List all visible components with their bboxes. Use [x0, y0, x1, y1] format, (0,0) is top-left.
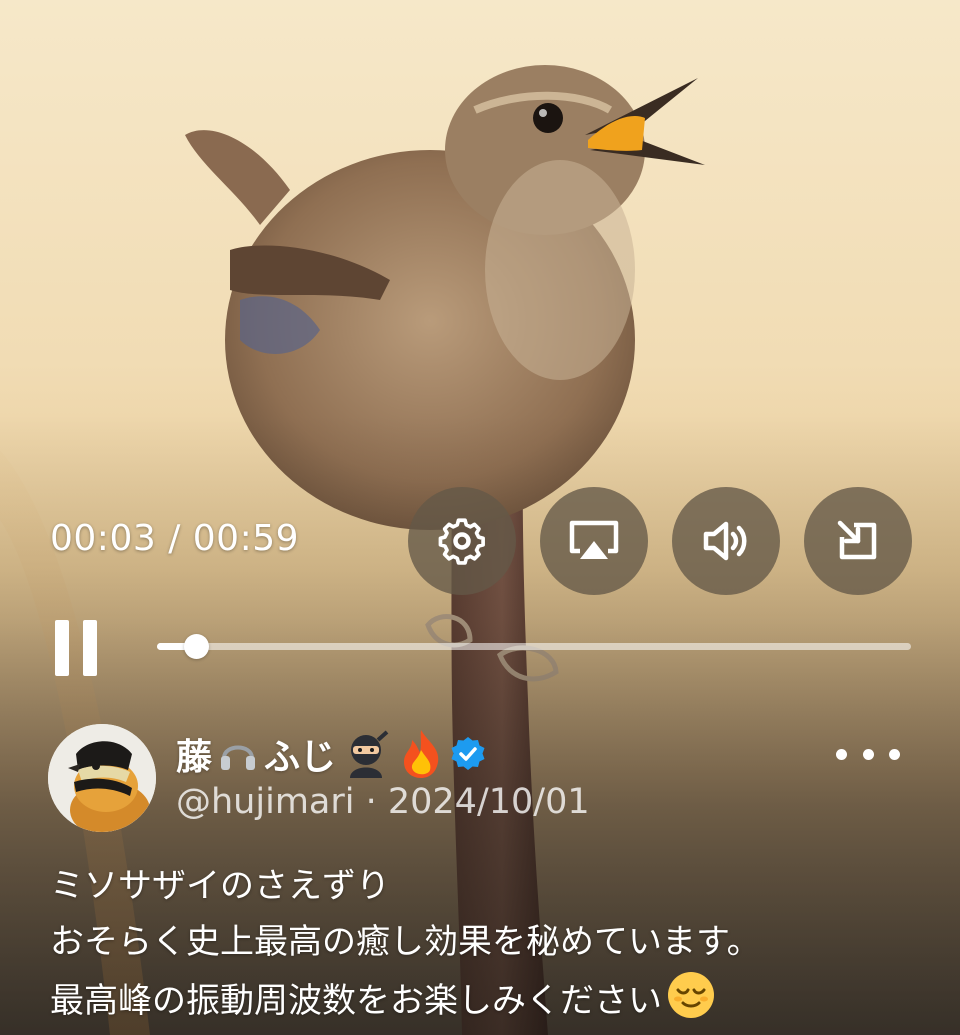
pause-icon	[55, 620, 69, 676]
gear-icon	[438, 518, 485, 565]
playback-time: 00:03 / 00:59	[50, 518, 300, 559]
more-options-button[interactable]	[836, 736, 900, 772]
separator: ·	[354, 782, 388, 822]
ninja-icon	[350, 730, 389, 778]
airplay-button[interactable]	[540, 487, 648, 595]
post-text-line-3: 最高峰の振動周波数をお楽しみください	[50, 981, 662, 1021]
fire-icon	[404, 730, 439, 778]
volume-button[interactable]	[672, 487, 780, 595]
headphones-icon	[221, 745, 256, 770]
relieved-face-icon	[668, 972, 714, 1018]
speaker-icon	[703, 521, 747, 561]
post-date[interactable]: 2024/10/01	[388, 782, 590, 822]
post-text-line-2: おそらく史上最高の癒し効果を秘めています。	[50, 922, 761, 962]
verified-badge-icon	[451, 737, 485, 770]
video-player[interactable]: 00:03 / 00:59 藤 ふじ @hujimari · 2024/10/0…	[0, 0, 960, 1035]
post-text: ミソサザイのさえずり おそらく史上最高の癒し効果を秘めています。 最高峰の振動周…	[50, 858, 761, 1029]
progress-bar[interactable]	[157, 634, 911, 659]
author-handle-row: @hujimari · 2024/10/01	[176, 782, 590, 822]
author-name-row[interactable]: 藤 ふじ	[176, 724, 488, 784]
post-text-line-1: ミソサザイのさえずり	[50, 866, 390, 906]
bird-eye	[533, 103, 563, 133]
exit-fullscreen-icon	[837, 520, 877, 560]
exit-fullscreen-button[interactable]	[804, 487, 912, 595]
more-icon	[836, 748, 847, 760]
author-handle[interactable]: @hujimari	[176, 782, 354, 822]
pause-button[interactable]	[50, 614, 106, 680]
author-name-kana: ふじ	[264, 737, 337, 778]
avatar[interactable]	[48, 724, 156, 832]
airplay-icon	[569, 520, 619, 559]
post-text-line-3-wrap: 最高峰の振動周波数をお楽しみください	[50, 970, 761, 1029]
author-name-prefix: 藤	[176, 737, 213, 778]
avatar-bird-image	[48, 724, 156, 832]
settings-button[interactable]	[408, 487, 516, 595]
